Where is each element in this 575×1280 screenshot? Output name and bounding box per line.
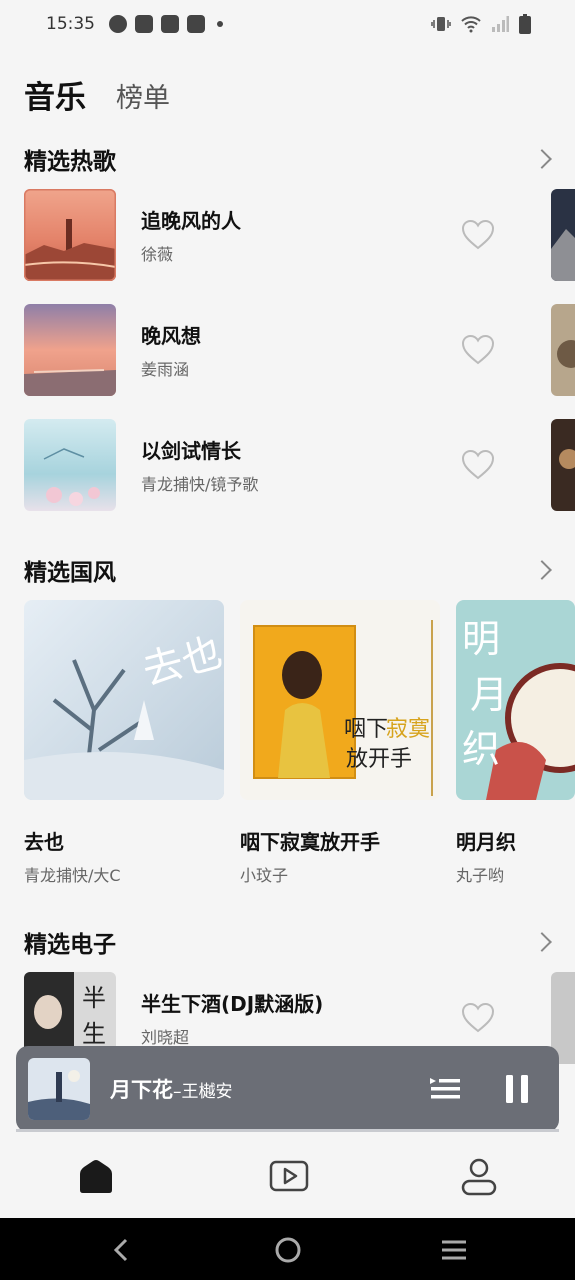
card-cover: 咽下 寂寞放开手 bbox=[240, 600, 440, 800]
song-row[interactable]: 以剑试情长 青龙捕快/镜予歌 bbox=[24, 419, 544, 511]
song-title: 以剑试情长 bbox=[141, 439, 241, 463]
notification-app-icon bbox=[109, 15, 127, 33]
svg-text:明: 明 bbox=[462, 617, 500, 661]
section-title-guofeng: 精选国风 bbox=[24, 560, 116, 586]
card-cover: 去也 bbox=[24, 600, 224, 800]
back-icon[interactable] bbox=[108, 1236, 136, 1264]
next-column-cover bbox=[551, 419, 575, 511]
card-cover: 明月织 bbox=[456, 600, 575, 800]
heart-icon[interactable] bbox=[460, 217, 496, 253]
svg-text:月: 月 bbox=[470, 673, 508, 717]
card-artist: 青龙捕快/大C bbox=[24, 866, 121, 885]
top-tabs: 音乐 榜单 bbox=[24, 72, 170, 117]
song-artist: 青龙捕快/镜予歌 bbox=[141, 475, 259, 494]
mini-player[interactable]: 月下花–王樾安 bbox=[16, 1046, 559, 1132]
bottom-nav bbox=[0, 1140, 575, 1218]
card-title: 明月织 bbox=[456, 830, 516, 854]
playlist-card[interactable]: 咽下 寂寞 放开手 咽下寂寞放开手 小玟子 bbox=[240, 600, 440, 885]
song-row[interactable]: 追晚风的人 徐薇 bbox=[24, 189, 544, 281]
card-artist: 小玟子 bbox=[240, 866, 289, 885]
album-cover bbox=[24, 304, 116, 396]
home-icon[interactable] bbox=[74, 1154, 118, 1198]
electronic-more-chevron-icon[interactable] bbox=[532, 932, 552, 952]
signal-icon bbox=[492, 16, 509, 32]
pause-icon[interactable] bbox=[500, 1072, 534, 1106]
song-artist: 姜雨涵 bbox=[141, 360, 190, 379]
album-cover bbox=[24, 189, 116, 281]
playback-progress-bar bbox=[16, 1129, 559, 1132]
status-time: 15:35 bbox=[46, 14, 95, 34]
notification-bag-icon bbox=[161, 15, 179, 33]
profile-icon[interactable] bbox=[457, 1154, 501, 1198]
battery-icon bbox=[519, 14, 531, 34]
notification-bag-icon bbox=[187, 15, 205, 33]
notification-bag-icon bbox=[135, 15, 153, 33]
svg-text:寂寞: 寂寞 bbox=[386, 717, 430, 742]
hot-songs-more-chevron-icon[interactable] bbox=[532, 149, 552, 169]
song-title: 追晚风的人 bbox=[141, 209, 241, 233]
svg-text:生: 生 bbox=[82, 1020, 106, 1048]
playlist-card[interactable]: 去也 去也 青龙捕快/大C bbox=[24, 600, 224, 885]
album-cover bbox=[24, 419, 116, 511]
more-notifications-icon bbox=[217, 21, 223, 27]
now-playing-title: 月下花–王樾安 bbox=[110, 1074, 233, 1104]
song-row[interactable]: 晚风想 姜雨涵 bbox=[24, 304, 544, 396]
song-artist: 徐薇 bbox=[141, 245, 174, 264]
next-column-cover bbox=[551, 189, 575, 281]
vibrate-icon bbox=[431, 17, 451, 31]
home-circle-icon[interactable] bbox=[274, 1236, 302, 1264]
next-column-cover bbox=[551, 304, 575, 396]
playlist-card[interactable]: 明月织 明月织 丸子哟 bbox=[456, 600, 575, 885]
tab-charts[interactable]: 榜单 bbox=[116, 76, 170, 117]
guofeng-more-chevron-icon[interactable] bbox=[532, 560, 552, 580]
system-navigation-bar bbox=[0, 1218, 575, 1280]
card-title: 去也 bbox=[24, 830, 64, 854]
playlist-icon[interactable] bbox=[428, 1072, 462, 1106]
section-title-hot-songs: 精选热歌 bbox=[24, 149, 116, 175]
svg-text:放开手: 放开手 bbox=[346, 747, 412, 772]
svg-text:咽下: 咽下 bbox=[344, 717, 388, 742]
now-playing-song: 月下花 bbox=[110, 1078, 173, 1102]
song-title: 半生下酒(DJ默涵版) bbox=[141, 992, 324, 1016]
now-playing-cover bbox=[28, 1058, 90, 1120]
section-title-electronic: 精选电子 bbox=[24, 932, 116, 958]
wifi-icon bbox=[461, 16, 481, 33]
svg-text:半: 半 bbox=[82, 984, 106, 1012]
card-title: 咽下寂寞放开手 bbox=[240, 830, 380, 854]
video-icon[interactable] bbox=[267, 1154, 311, 1198]
svg-text:织: 织 bbox=[462, 727, 500, 771]
now-playing-artist: –王樾安 bbox=[173, 1082, 233, 1102]
tab-music[interactable]: 音乐 bbox=[24, 72, 86, 117]
heart-icon[interactable] bbox=[460, 447, 496, 483]
song-title: 晚风想 bbox=[141, 324, 201, 348]
song-artist: 刘晓超 bbox=[141, 1028, 190, 1047]
card-artist: 丸子哟 bbox=[456, 866, 505, 885]
heart-icon[interactable] bbox=[460, 1000, 496, 1036]
recents-icon[interactable] bbox=[440, 1236, 468, 1264]
heart-icon[interactable] bbox=[460, 332, 496, 368]
status-bar: 15:35 bbox=[0, 0, 575, 48]
